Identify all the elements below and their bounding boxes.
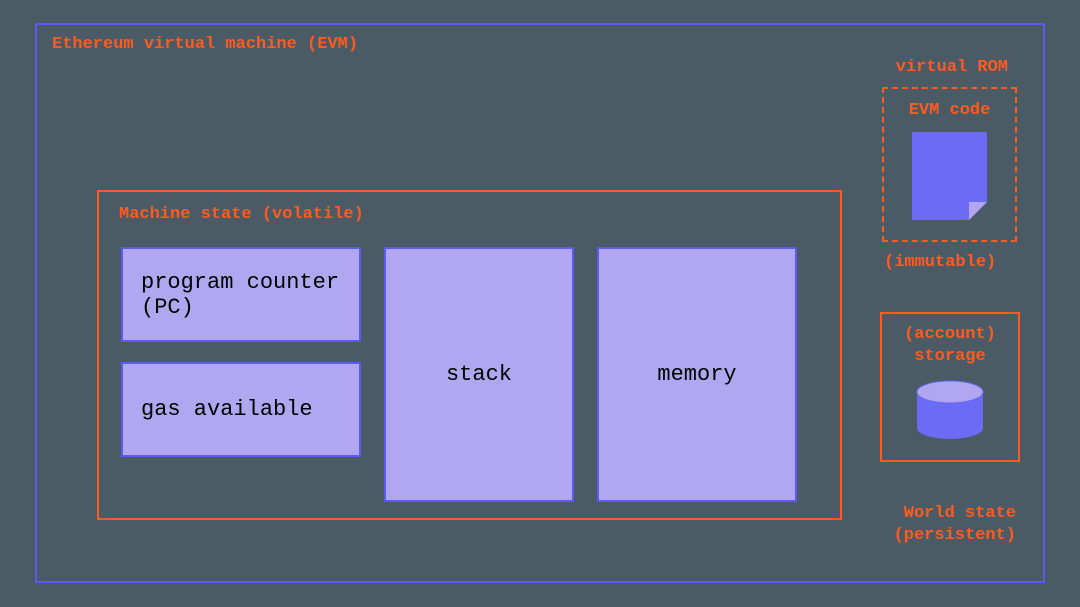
program-counter-label: program counter (PC) xyxy=(141,270,341,320)
machine-state-box: Machine state (volatile) program counter… xyxy=(97,190,842,520)
stack-label: stack xyxy=(446,362,512,387)
immutable-label: (immutable) xyxy=(884,253,996,272)
world-state-label: World state (persistent) xyxy=(894,503,1016,547)
evm-container: Ethereum virtual machine (EVM) Machine s… xyxy=(35,23,1045,583)
memory-label: memory xyxy=(657,362,736,387)
account-storage-title: (account) storage xyxy=(882,324,1018,368)
memory-box: memory xyxy=(597,247,797,502)
evm-title: Ethereum virtual machine (EVM) xyxy=(52,35,358,54)
document-icon xyxy=(912,132,987,220)
evm-code-box: EVM code xyxy=(882,87,1017,242)
world-state-line2: (persistent) xyxy=(894,526,1016,545)
storage-title-line1: (account) xyxy=(904,325,996,344)
account-storage-box: (account) storage xyxy=(880,312,1020,462)
gas-available-label: gas available xyxy=(141,397,313,422)
cylinder-icon xyxy=(915,380,985,440)
gas-available-box: gas available xyxy=(121,362,361,457)
virtual-rom-label: virtual ROM xyxy=(896,58,1008,77)
evm-code-title: EVM code xyxy=(884,101,1015,120)
world-state-line1: World state xyxy=(904,504,1016,523)
program-counter-box: program counter (PC) xyxy=(121,247,361,342)
stack-box: stack xyxy=(384,247,574,502)
machine-state-title: Machine state (volatile) xyxy=(119,205,364,224)
storage-title-line2: storage xyxy=(914,347,985,366)
